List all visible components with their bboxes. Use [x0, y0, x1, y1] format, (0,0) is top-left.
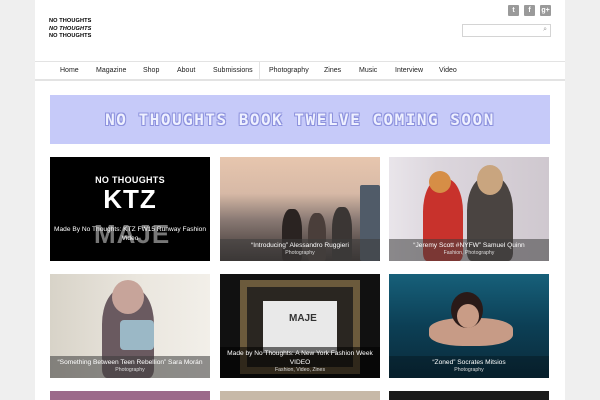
- post-tile[interactable]: MAJE Made by No Thoughts: A New York Fas…: [220, 274, 380, 378]
- post-tile-partial[interactable]: [50, 391, 210, 400]
- tile-title[interactable]: Made By No Thoughts: KTZ FW15 Runway Fas…: [53, 225, 207, 243]
- social-links: t f g+: [508, 5, 551, 16]
- tile-caption: Made By No Thoughts: KTZ FW15 Runway Fas…: [50, 223, 210, 247]
- photo-figure: [477, 165, 503, 195]
- post-tile[interactable]: “Something Between Teen Rebellion” Sara …: [50, 274, 210, 378]
- nav-item-photography[interactable]: Photography: [269, 67, 309, 74]
- photo-figure: [457, 304, 479, 328]
- framed-artwork: MAJE: [263, 301, 337, 353]
- nav-item-magazine[interactable]: Magazine: [96, 67, 126, 74]
- tile-caption: “Zoned” Socrates Mitsios Photography: [389, 356, 549, 378]
- post-tile-partial[interactable]: [220, 391, 380, 400]
- nav-item-shop[interactable]: Shop: [143, 67, 159, 74]
- post-tile[interactable]: “Introducing” Alessandro Ruggieri Photog…: [220, 157, 380, 261]
- logo-line: NO THOUGHTS: [49, 33, 92, 40]
- tile-categories[interactable]: Photography: [392, 367, 546, 374]
- tile-title[interactable]: “Jeremy Scott #NYFW” Samuel Quinn: [392, 241, 546, 250]
- tile-artwork: NO THOUGHTS KTZ: [94, 175, 166, 213]
- main-nav: Home Magazine Shop About Submissions Pho…: [35, 61, 565, 81]
- promo-banner[interactable]: NO THOUGHTS BOOK TWELVE COMING SOON: [50, 95, 550, 144]
- facebook-icon[interactable]: f: [524, 5, 535, 16]
- nav-item-video[interactable]: Video: [439, 67, 457, 74]
- search-icon[interactable]: ⌕: [543, 26, 547, 34]
- page-container: NO THOUGHTS NO THOUGHTS NO THOUGHTS t f …: [35, 0, 565, 400]
- tile-categories[interactable]: Photography: [53, 367, 207, 374]
- google-plus-icon[interactable]: g+: [540, 5, 551, 16]
- nav-item-home[interactable]: Home: [60, 67, 79, 74]
- tile-title[interactable]: Made by No Thoughts: A New York Fashion …: [223, 349, 377, 367]
- tile-caption: “Introducing” Alessandro Ruggieri Photog…: [220, 239, 380, 261]
- nav-item-music[interactable]: Music: [359, 67, 377, 74]
- post-tile[interactable]: “Jeremy Scott #NYFW” Samuel Quinn Fashio…: [389, 157, 549, 261]
- tile-title[interactable]: “Something Between Teen Rebellion” Sara …: [53, 358, 207, 367]
- post-tile-partial[interactable]: [389, 391, 549, 400]
- tile-categories[interactable]: Fashion, Photography: [392, 250, 546, 257]
- nav-item-interview[interactable]: Interview: [395, 67, 423, 74]
- tile-caption: Made by No Thoughts: A New York Fashion …: [220, 347, 380, 378]
- tile-caption: “Jeremy Scott #NYFW” Samuel Quinn Fashio…: [389, 239, 549, 261]
- tile-title[interactable]: “Zoned” Socrates Mitsios: [392, 358, 546, 367]
- tile-title[interactable]: “Introducing” Alessandro Ruggieri: [223, 241, 377, 250]
- artwork-text: MAJE: [289, 313, 317, 324]
- twitter-icon[interactable]: t: [508, 5, 519, 16]
- photo-figure: [112, 280, 144, 314]
- logo-line: NO THOUGHTS: [49, 25, 92, 32]
- nav-divider: [259, 62, 260, 80]
- nav-item-about[interactable]: About: [177, 67, 195, 74]
- post-tile[interactable]: NO THOUGHTS KTZ MAJE Made By No Thoughts…: [50, 157, 210, 261]
- search-input[interactable]: ⌕: [462, 24, 551, 37]
- tile-categories[interactable]: Photography: [223, 250, 377, 257]
- tile-categories[interactable]: Fashion, Video, Zines: [223, 367, 377, 374]
- logo-line: NO THOUGHTS: [49, 18, 92, 24]
- tile-caption: “Something Between Teen Rebellion” Sara …: [50, 356, 210, 378]
- photo-figure: [429, 171, 451, 193]
- artwork-text: KTZ: [103, 184, 157, 214]
- photo-figure: [120, 320, 154, 350]
- banner-text: NO THOUGHTS BOOK TWELVE COMING SOON: [105, 110, 495, 129]
- nav-item-zines[interactable]: Zines: [324, 67, 341, 74]
- post-tile[interactable]: “Zoned” Socrates Mitsios Photography: [389, 274, 549, 378]
- site-logo[interactable]: NO THOUGHTS NO THOUGHTS NO THOUGHTS: [49, 18, 105, 44]
- nav-item-submissions[interactable]: Submissions: [213, 67, 253, 74]
